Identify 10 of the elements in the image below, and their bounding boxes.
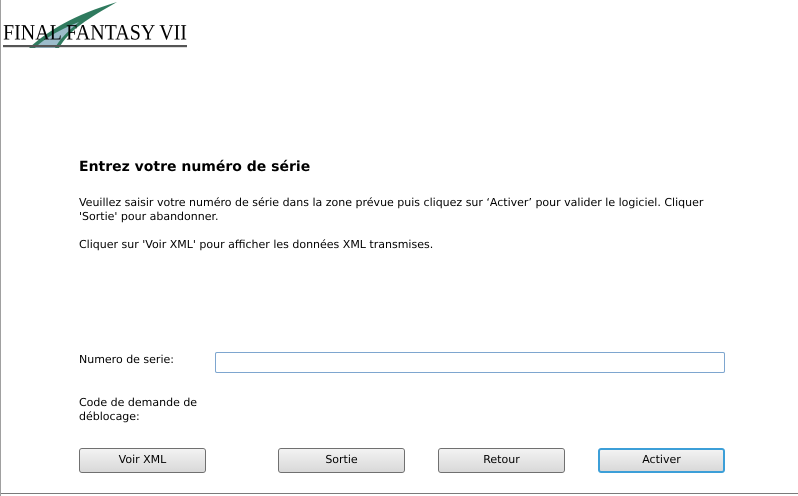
page-heading: Entrez votre numéro de série [79, 158, 312, 176]
instruction-text: Veuillez saisir votre numéro de série dans la zone prévue puis cliquez sur ‘Activer’ pour valider le logiciel. Cliquer 'Sortie' pour abandonner. [79, 196, 704, 224]
instruction-text: Cliquer sur 'Voir XML' pour afficher les données XML transmises. [79, 238, 434, 252]
dialog-button[interactable]: Voir XML [79, 448, 206, 473]
field-label: Code de demande de déblocage: [79, 396, 198, 424]
dialog-button[interactable]: Activer [598, 448, 725, 473]
dialog-button[interactable]: Sortie [278, 448, 405, 473]
serial-number-field[interactable] [215, 352, 725, 373]
dialog-button[interactable]: Retour [438, 448, 565, 473]
field-label: Numero de serie: [79, 352, 175, 367]
